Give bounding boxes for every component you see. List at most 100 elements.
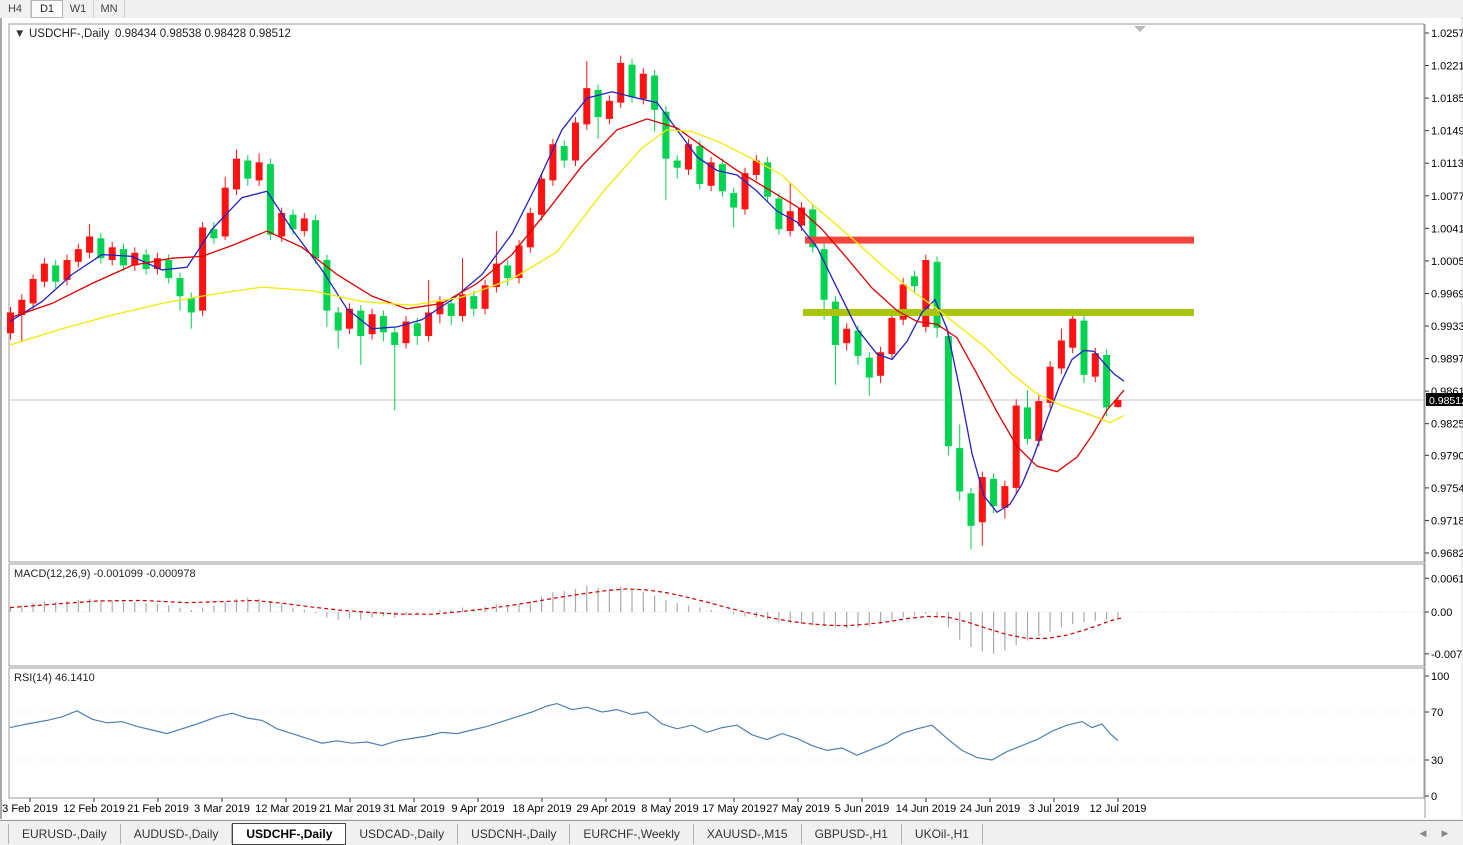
candle-body <box>832 302 839 345</box>
rsi-indicator-label: RSI(14) 46.1410 <box>14 672 95 684</box>
timeframe-button-d1[interactable]: D1 <box>31 0 63 18</box>
candle-body <box>120 249 127 265</box>
date-axis-label: 12 Feb 2019 <box>63 803 125 815</box>
date-axis-label: 21 Mar 2019 <box>319 803 381 815</box>
candle-body <box>7 312 14 333</box>
candle-body <box>629 65 636 98</box>
date-axis-label: 18 Apr 2019 <box>512 803 571 815</box>
candle-body <box>177 278 184 296</box>
date-axis-label: 21 Feb 2019 <box>127 803 189 815</box>
price-axis-label: 0.99690 <box>1431 288 1463 300</box>
tab-audusd-daily[interactable]: AUDUSD-,Daily <box>121 824 233 844</box>
symbol-dropdown-icon[interactable]: ▼ <box>14 28 25 40</box>
candle-body <box>651 76 658 110</box>
candle-body <box>561 146 568 160</box>
candle-body <box>346 309 353 329</box>
symbol-label-group: ▼USDCHF-,Daily0.98434 0.98538 0.98428 0.… <box>14 28 291 40</box>
tab-xauusd-m15[interactable]: XAUUSD-,M15 <box>694 824 802 844</box>
candle-body <box>956 448 963 491</box>
price-axis-label: 1.00770 <box>1431 191 1463 203</box>
rsi-axis-label: 30 <box>1431 755 1443 767</box>
candle-body <box>357 311 364 336</box>
candle-body <box>1013 406 1020 488</box>
chart-panel <box>9 668 1424 798</box>
candle-body <box>52 265 59 281</box>
tab-eurchf-weekly[interactable]: EURCHF-,Weekly <box>570 824 693 844</box>
ohlc-values: 0.98434 0.98538 0.98428 0.98512 <box>115 28 291 40</box>
price-axis-label: 0.97540 <box>1431 483 1463 495</box>
candle-body <box>787 211 794 231</box>
rsi-axis-label: 70 <box>1431 707 1443 719</box>
candle-body <box>1069 319 1076 348</box>
candle-body <box>934 262 941 328</box>
candle-body <box>369 314 376 334</box>
candle-body <box>335 312 342 330</box>
date-axis-label: 14 Jun 2019 <box>896 803 957 815</box>
chart-tabbar: EURUSD-,Daily AUDUSD-,Daily USDCHF-,Dail… <box>0 820 1463 845</box>
date-axis: 3 Feb 201912 Feb 201921 Feb 20193 Mar 20… <box>2 798 1146 815</box>
date-axis-label: 29 Apr 2019 <box>576 803 635 815</box>
date-axis-label: 31 Mar 2019 <box>383 803 445 815</box>
macd-axis-label: 0.00613 <box>1431 573 1463 585</box>
candle-body <box>922 260 929 327</box>
candle-body <box>1024 407 1031 439</box>
tab-ukoil-h1[interactable]: UKOil-,H1 <box>902 824 983 844</box>
candle-body <box>640 74 647 99</box>
date-axis-label: 3 Jul 2019 <box>1029 803 1080 815</box>
candle-body <box>41 264 48 282</box>
timeframe-button-h4[interactable]: H4 <box>0 0 31 18</box>
candle-body <box>979 477 986 522</box>
candle-body <box>301 218 308 231</box>
candle-body <box>1001 486 1008 508</box>
candle-body <box>674 161 681 168</box>
tab-gbpusd-h1[interactable]: GBPUSD-,H1 <box>802 824 902 844</box>
tab-usdcad-daily[interactable]: USDCAD-,Daily <box>346 824 458 844</box>
price-chart-canvas[interactable]: ▼USDCHF-,Daily0.98434 0.98538 0.98428 0.… <box>2 18 1463 820</box>
candle-body <box>696 146 703 184</box>
timeframe-button-mn[interactable]: MN <box>94 0 125 18</box>
price-axis-label: 0.99330 <box>1431 321 1463 333</box>
price-axis-label: 0.98250 <box>1431 419 1463 431</box>
candle-body <box>606 101 613 119</box>
candle-body <box>866 358 873 378</box>
macd-axis-label: 0.00 <box>1431 607 1452 619</box>
resistance-line[interactable] <box>805 237 1194 244</box>
candle-body <box>414 323 421 336</box>
candle-body <box>244 161 251 179</box>
candle-body <box>504 265 511 278</box>
date-axis-label: 5 Jun 2019 <box>835 803 889 815</box>
tab-usdchf-daily[interactable]: USDCHF-,Daily <box>232 823 346 845</box>
candle-body <box>888 318 895 354</box>
candle-body <box>1058 340 1065 368</box>
tab-eurusd-daily[interactable]: EURUSD-,Daily <box>8 824 121 844</box>
support-line[interactable] <box>803 309 1194 316</box>
candle-body <box>86 236 93 252</box>
candle-body <box>911 276 918 286</box>
macd-indicator-label: MACD(12,26,9) -0.001099 -0.000978 <box>14 568 196 580</box>
date-axis-label: 8 May 2019 <box>641 803 698 815</box>
candle-body <box>1047 367 1054 403</box>
candle-body <box>1081 321 1088 375</box>
date-axis-label: 9 Apr 2019 <box>451 803 504 815</box>
candle-body <box>968 493 975 526</box>
tab-usdcnh-daily[interactable]: USDCNH-,Daily <box>458 824 570 844</box>
timeframe-button-w1[interactable]: W1 <box>63 0 94 18</box>
chart-window: ▼USDCHF-,Daily0.98434 0.98538 0.98428 0.… <box>0 18 1461 819</box>
candle-body <box>75 249 82 262</box>
tab-scroll-left-icon[interactable]: ◀ <box>1415 826 1431 840</box>
candle-body <box>538 179 545 215</box>
candle-body <box>572 123 579 161</box>
price-axis-label: 0.97180 <box>1431 515 1463 527</box>
price-axis: 1.025701.022101.018501.014901.011301.007… <box>1425 28 1463 560</box>
price-axis-label: 1.00050 <box>1431 256 1463 268</box>
bid-price-tag-value: 0.98512 <box>1429 395 1463 407</box>
price-axis-label: 0.98970 <box>1431 354 1463 366</box>
candle-body <box>233 159 240 190</box>
candle-body <box>391 332 398 345</box>
rsi-axis-label: 100 <box>1431 671 1449 683</box>
candle-body <box>448 303 455 316</box>
candle-body <box>730 193 737 207</box>
tab-scroll-right-icon[interactable]: ▶ <box>1437 826 1453 840</box>
candle-body <box>380 316 387 332</box>
price-axis-label: 1.01850 <box>1431 93 1463 105</box>
